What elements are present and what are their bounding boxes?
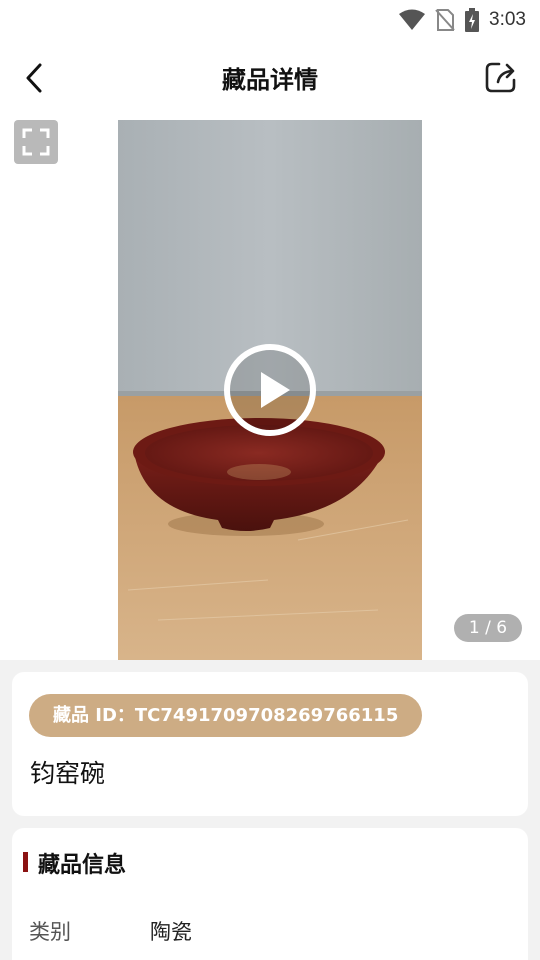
item-name: 钧窑碗	[30, 759, 106, 788]
info-row-label: 类别	[29, 920, 71, 944]
share-icon[interactable]	[484, 60, 518, 94]
fullscreen-button[interactable]	[14, 120, 58, 164]
item-photo[interactable]	[118, 120, 422, 660]
item-info-card: 藏品信息 类别 陶瓷	[12, 828, 528, 960]
page-title: 藏品详情	[222, 66, 318, 94]
section-accent-bar	[23, 852, 28, 872]
fullscreen-icon	[22, 128, 50, 156]
no-sim-icon	[435, 9, 455, 31]
info-row-value: 陶瓷	[150, 920, 192, 944]
battery-charging-icon	[465, 8, 480, 32]
item-summary-card: 藏品 ID：TC7491709708269766115 钧窑碗	[12, 672, 528, 816]
play-icon[interactable]	[222, 342, 318, 438]
item-id-badge: 藏品 ID：TC7491709708269766115	[29, 694, 423, 737]
page-indicator: 1 / 6	[454, 614, 522, 642]
section-title: 藏品信息	[38, 853, 127, 878]
nav-bar: 藏品详情	[0, 40, 540, 116]
status-bar: 3:03	[0, 0, 540, 40]
media-viewer[interactable]: 1 / 6	[0, 116, 540, 660]
wifi-icon	[399, 9, 426, 30]
status-time: 3:03	[489, 9, 526, 30]
